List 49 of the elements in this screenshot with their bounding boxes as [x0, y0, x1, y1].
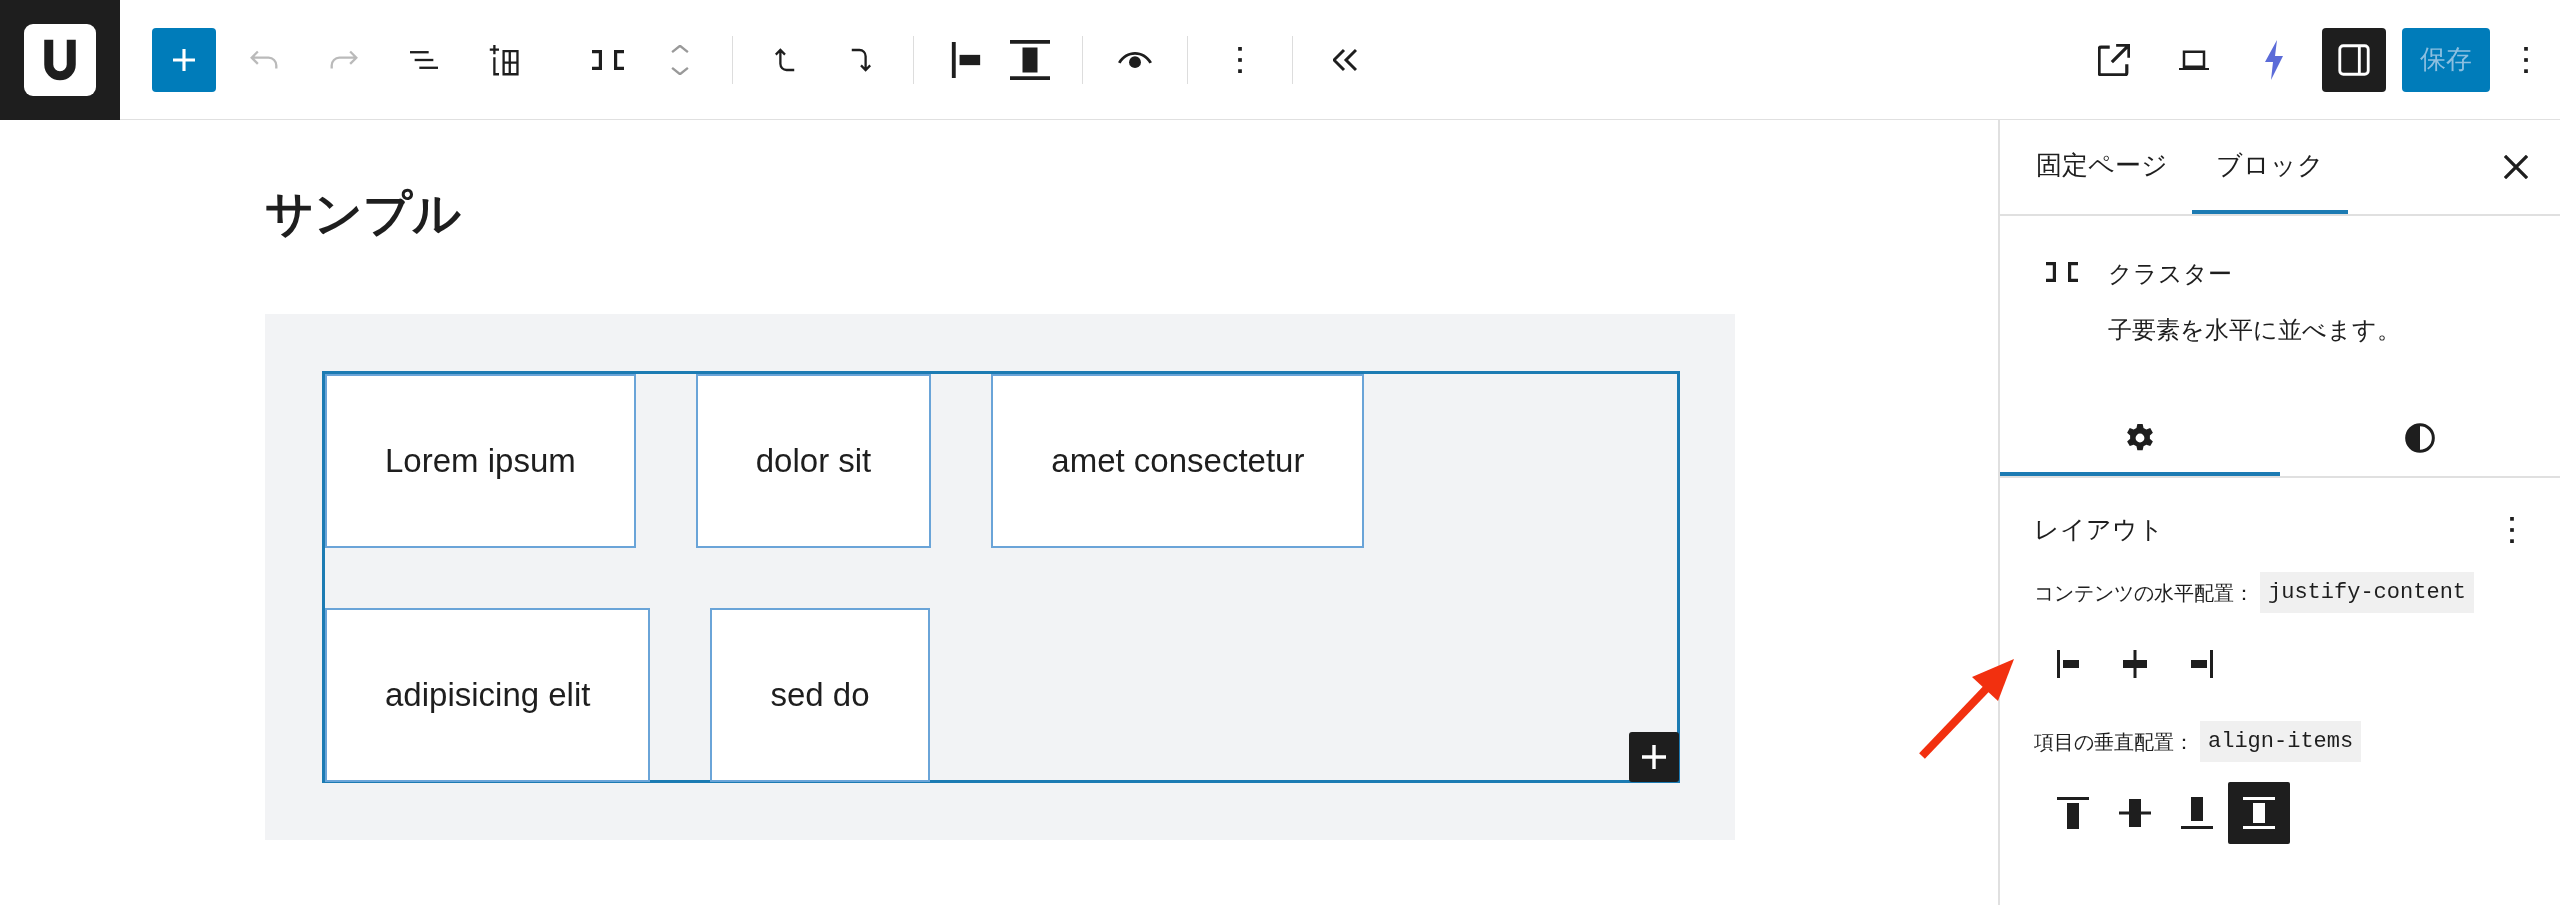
- contrast-icon: [2405, 423, 2435, 453]
- page-title[interactable]: サンプル: [265, 190, 1998, 238]
- settings-icon: [2125, 423, 2155, 453]
- cluster-item[interactable]: adipisicing elit: [325, 608, 651, 782]
- vertical-dots-icon: [1237, 46, 1243, 73]
- control-label: 項目の垂直配置：: [2034, 729, 2194, 755]
- settings-sidebar-toggle[interactable]: [2322, 27, 2386, 92]
- close-icon: [2504, 155, 2528, 179]
- cluster-icon: [592, 49, 624, 70]
- cluster-block[interactable]: Lorem ipsum dolor sit amet consectetur adipisicing elit sed do: [322, 371, 1680, 783]
- align-stretch-button[interactable]: [2228, 782, 2290, 844]
- group-block[interactable]: Lorem ipsum dolor sit amet consectetur adipisicing elit sed do: [265, 314, 1735, 840]
- block-name: クラスター: [2108, 259, 2233, 289]
- align-stretch-icon: [2242, 796, 2276, 830]
- vertical-dots-icon: [2509, 517, 2515, 543]
- sidebar-icon: [2338, 43, 2370, 76]
- plus-icon: [1642, 745, 1666, 769]
- arrow-up-turn-icon: [775, 47, 795, 72]
- chevron-up-down-icon: [671, 44, 689, 75]
- redo-icon: [330, 49, 358, 70]
- add-block-button[interactable]: [1629, 732, 1679, 782]
- section-title: レイアウト: [2034, 514, 2164, 546]
- property-code: justify-content: [2260, 572, 2475, 613]
- arrow-down-turn-icon: [851, 47, 871, 72]
- block-icon: [2046, 262, 2078, 282]
- plus-icon: [173, 48, 195, 71]
- cluster-item[interactable]: amet consectetur: [991, 374, 1365, 548]
- cluster-item[interactable]: sed do: [710, 608, 930, 782]
- block-description: 子要素を水平に並べます。: [2108, 315, 2401, 345]
- external-link-icon: [2098, 43, 2130, 76]
- align-center-icon: [2118, 796, 2152, 830]
- double-chevron-left-icon: [1333, 47, 1357, 72]
- list-view-icon: [410, 50, 438, 69]
- justify-left-icon: [951, 41, 981, 78]
- property-code: align-items: [2200, 721, 2362, 762]
- undo-icon: [250, 49, 278, 70]
- vertical-dots-icon: [2523, 46, 2529, 73]
- cluster-item[interactable]: Lorem ipsum: [325, 374, 636, 548]
- blocks-plus-icon: [489, 43, 519, 76]
- align-stretch-icon: [1010, 39, 1050, 80]
- lightning-bolt-icon: [2264, 39, 2284, 80]
- sidebar-tab[interactable]: 固定ページ: [2012, 120, 2192, 214]
- site-logo[interactable]: [0, 0, 120, 120]
- align-top-icon: [2056, 796, 2090, 830]
- eye-icon: [1118, 50, 1152, 69]
- control-label: コンテンツの水平配置：: [2034, 580, 2254, 606]
- align-bottom-icon: [2180, 796, 2214, 830]
- cluster-item[interactable]: dolor sit: [695, 374, 932, 548]
- sidebar-tab[interactable]: ブロック: [2192, 120, 2348, 214]
